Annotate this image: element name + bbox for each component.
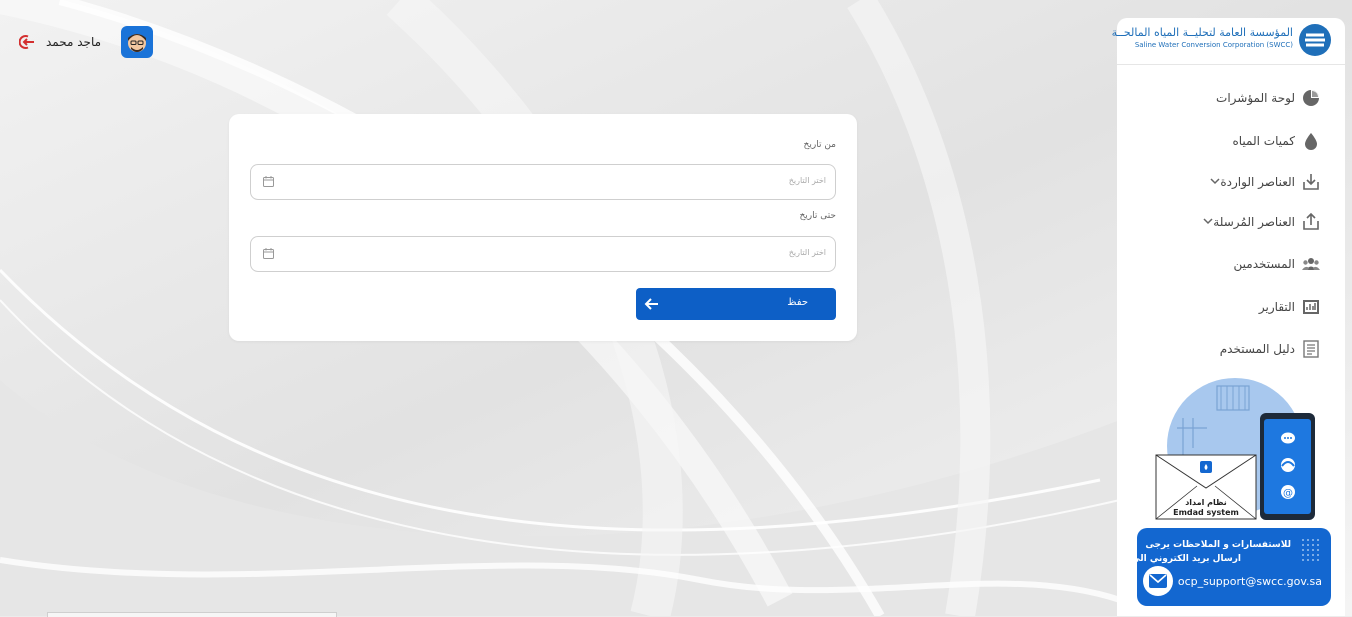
sidebar-item-label: المستخدمين xyxy=(1233,257,1295,271)
support-email-link[interactable]: ocp_support@swcc.gov.sa xyxy=(1178,575,1322,588)
sidebar-item-dashboard[interactable]: لوحة المؤشرات xyxy=(1117,83,1345,113)
arrow-left-icon xyxy=(644,298,658,310)
illustration-english-text: Emdad system xyxy=(1173,508,1239,517)
bottom-bar xyxy=(47,612,337,617)
avatar-face-icon xyxy=(128,34,147,52)
sidebar-item-label: العناصر المُرسلة xyxy=(1213,215,1295,229)
date-range-form: من تاريخ اختر التاريخ حتى تاريخ اختر الت… xyxy=(229,114,857,341)
sidebar-item-users[interactable]: المستخدمين xyxy=(1117,249,1345,279)
dots-pattern-icon xyxy=(1302,539,1319,561)
users-icon xyxy=(1302,258,1320,270)
sidebar-item-sent[interactable]: العناصر المُرسلة xyxy=(1117,207,1345,237)
logout-icon[interactable] xyxy=(18,33,36,51)
sidebar-item-user-manual[interactable]: دليل المستخدم xyxy=(1117,334,1345,364)
emdad-illustration: @ نظام امداد Emdad system xyxy=(1147,378,1317,528)
sidebar: المؤسسة العامة لتحليــة المياه المالحــة… xyxy=(1112,18,1345,616)
sidebar-item-reports[interactable]: التقارير xyxy=(1117,292,1345,322)
chevron-down-icon[interactable] xyxy=(1202,215,1214,227)
logo-arabic-text: المؤسسة العامة لتحليــة المياه المالحــة xyxy=(1111,26,1293,39)
support-line1: للاستفسارات و الملاحظات يرجى xyxy=(1145,540,1291,550)
avatar[interactable] xyxy=(121,26,154,58)
from-date-placeholder: اختر التاريخ xyxy=(788,176,826,185)
user-area: ماجد محمد xyxy=(18,26,154,58)
illustration-arabic-text: نظام امداد xyxy=(1185,498,1227,507)
manual-book-icon xyxy=(1303,340,1319,358)
sidebar-item-water-quantities[interactable]: كميات المياه xyxy=(1117,126,1345,156)
user-name[interactable]: ماجد محمد xyxy=(46,35,101,49)
envelope-icon[interactable] xyxy=(1143,566,1173,596)
swcc-logo[interactable]: المؤسسة العامة لتحليــة المياه المالحــة… xyxy=(1112,18,1345,65)
water-drop-icon xyxy=(1305,133,1317,150)
save-button-label: حفظ xyxy=(787,297,808,308)
support-line2: ارسال بريد الكتروني الى xyxy=(1131,554,1241,564)
save-button[interactable]: حفظ xyxy=(636,288,836,320)
svg-text:@: @ xyxy=(1283,488,1293,499)
sidebar-item-incoming[interactable]: العناصر الواردة xyxy=(1117,167,1345,197)
from-date-label: من تاريخ xyxy=(803,140,836,150)
to-date-label: حتى تاريخ xyxy=(799,211,836,221)
logo-english-text: Saline Water Conversion Corporation (SWC… xyxy=(1134,41,1293,49)
to-date-placeholder: اختر التاريخ xyxy=(788,248,826,257)
support-box: للاستفسارات و الملاحظات يرجى ارسال بريد … xyxy=(1131,528,1331,606)
sidebar-item-label: لوحة المؤشرات xyxy=(1216,91,1295,105)
calendar-icon[interactable] xyxy=(263,176,274,187)
pie-chart-icon xyxy=(1303,90,1319,106)
calendar-icon[interactable] xyxy=(263,248,274,259)
share-upload-icon xyxy=(1303,212,1319,230)
sidebar-item-label: العناصر الواردة xyxy=(1220,175,1295,189)
report-icon xyxy=(1303,300,1319,314)
sidebar-item-label: التقارير xyxy=(1258,300,1295,314)
inbox-download-icon xyxy=(1303,174,1319,190)
chevron-down-icon[interactable] xyxy=(1209,175,1221,187)
sidebar-item-label: كميات المياه xyxy=(1232,134,1295,148)
sidebar-item-label: دليل المستخدم xyxy=(1219,342,1295,356)
from-date-input[interactable]: اختر التاريخ xyxy=(250,164,836,200)
to-date-input[interactable]: اختر التاريخ xyxy=(250,236,836,272)
swcc-logo-icon xyxy=(1299,24,1331,56)
